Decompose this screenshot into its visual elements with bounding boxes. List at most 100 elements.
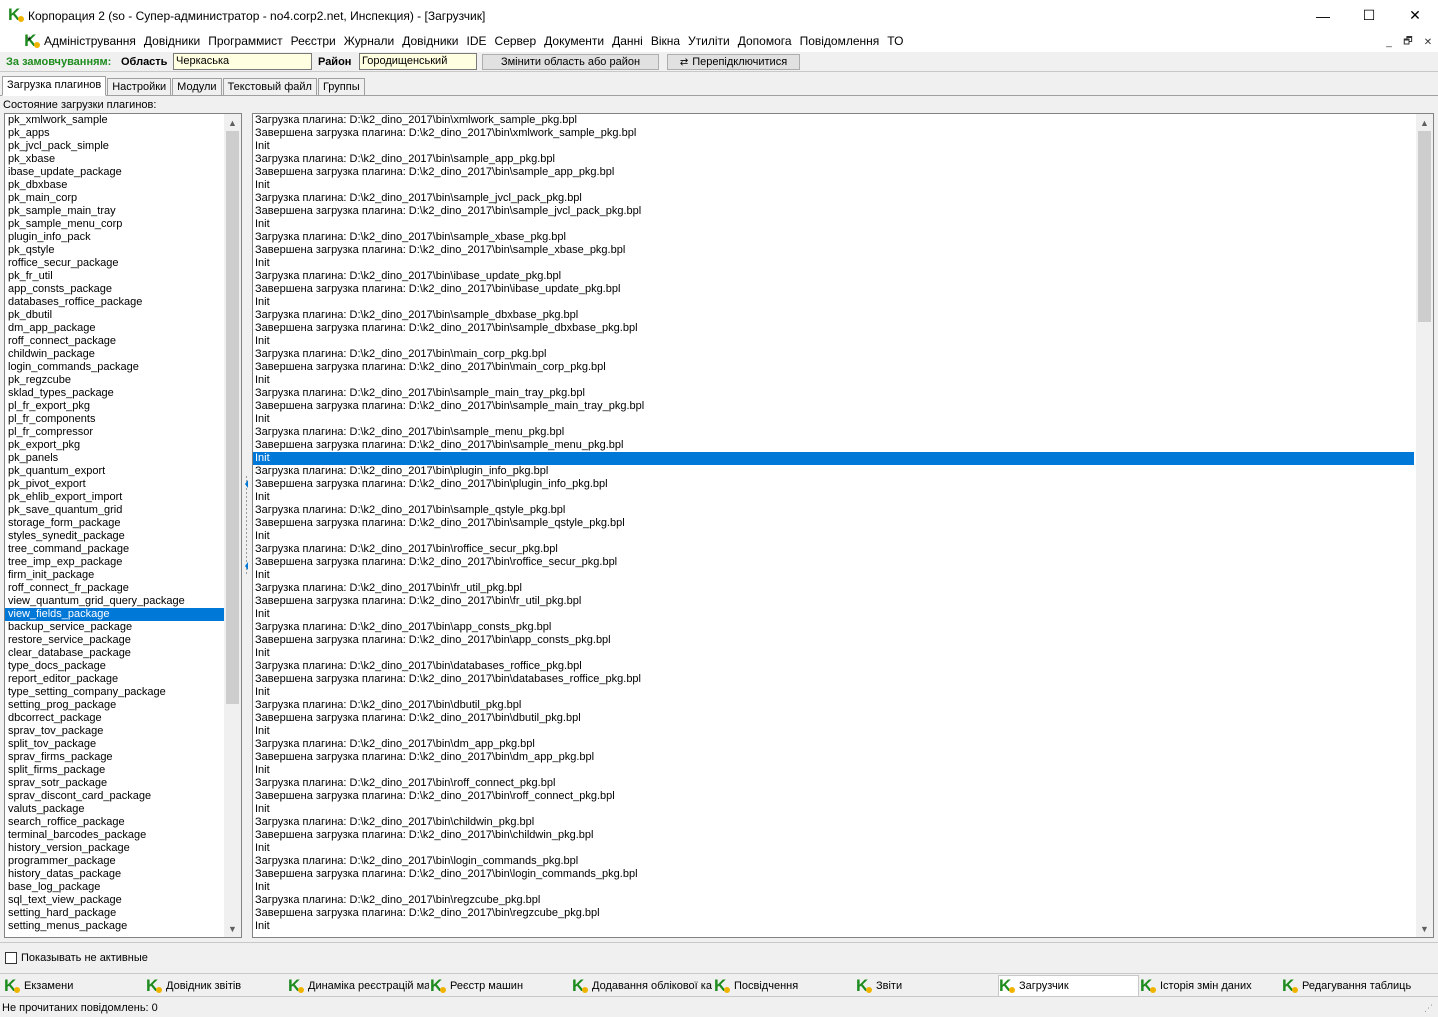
log-line-done[interactable]: Завершена загрузка плагина: D:\k2_dino_2… — [253, 829, 1414, 842]
plugin-list-item[interactable]: pk_quantum_export — [5, 465, 224, 478]
plugin-list-item[interactable]: storage_form_package — [5, 517, 224, 530]
plugin-list-item[interactable]: report_editor_package — [5, 673, 224, 686]
plugin-list-item[interactable]: pk_qstyle — [5, 244, 224, 257]
log-line-done[interactable]: Завершена загрузка плагина: D:\k2_dino_2… — [253, 205, 1414, 218]
log-line-load[interactable]: Загрузка плагина: D:\k2_dino_2017\bin\ma… — [253, 348, 1414, 361]
load-log-scroll-up[interactable]: ▲ — [1416, 114, 1433, 131]
reconnect-button[interactable]: ⇄ Перепідключитися — [667, 54, 800, 70]
plugin-list-item[interactable]: pk_xmlwork_sample — [5, 114, 224, 127]
log-line-load[interactable]: Загрузка плагина: D:\k2_dino_2017\bin\lo… — [253, 855, 1414, 868]
plugin-list-item[interactable]: roff_connect_fr_package — [5, 582, 224, 595]
plugin-list-item[interactable]: roff_connect_package — [5, 335, 224, 348]
show-inactive-checkbox[interactable] — [5, 952, 17, 964]
plugin-list-item[interactable]: pk_sample_menu_corp — [5, 218, 224, 231]
plugin-list-item[interactable]: pk_export_pkg — [5, 439, 224, 452]
log-line-load[interactable]: Загрузка плагина: D:\k2_dino_2017\bin\da… — [253, 660, 1414, 673]
plugin-list-item[interactable]: plugin_info_pack — [5, 231, 224, 244]
plugin-list-item[interactable]: pk_ehlib_export_import — [5, 491, 224, 504]
log-line-init[interactable]: Init — [253, 179, 1414, 192]
log-line-init[interactable]: Init — [253, 725, 1414, 738]
log-line-init[interactable]: Init — [253, 452, 1414, 465]
menu-item-4[interactable]: Журнали — [344, 34, 395, 48]
log-line-init[interactable]: Init — [253, 920, 1414, 933]
log-line-init[interactable]: Init — [253, 257, 1414, 270]
log-line-load[interactable]: Загрузка плагина: D:\k2_dino_2017\bin\sa… — [253, 504, 1414, 517]
log-line-load[interactable]: Загрузка плагина: D:\k2_dino_2017\bin\ro… — [253, 777, 1414, 790]
plugin-list-item[interactable]: roffice_secur_package — [5, 257, 224, 270]
mdi-minimize-button[interactable]: _ — [1381, 35, 1397, 49]
plugin-list-item[interactable]: split_tov_package — [5, 738, 224, 751]
plugin-list-item[interactable]: firm_init_package — [5, 569, 224, 582]
task-button-6[interactable]: Звіти — [856, 975, 997, 996]
log-line-done[interactable]: Завершена загрузка плагина: D:\k2_dino_2… — [253, 439, 1414, 452]
log-line-load[interactable]: Загрузка плагина: D:\k2_dino_2017\bin\pl… — [253, 465, 1414, 478]
splitter-handle[interactable] — [244, 476, 249, 576]
region-input[interactable]: Черкаська — [173, 53, 312, 70]
plugin-list-item[interactable]: ibase_update_package — [5, 166, 224, 179]
log-line-done[interactable]: Завершена загрузка плагина: D:\k2_dino_2… — [253, 517, 1414, 530]
plugin-list-scroll-down[interactable]: ▼ — [224, 920, 241, 937]
log-line-init[interactable]: Init — [253, 218, 1414, 231]
plugin-list-item[interactable]: sprav_discont_card_package — [5, 790, 224, 803]
plugin-list-item[interactable]: backup_service_package — [5, 621, 224, 634]
log-line-load[interactable]: Загрузка плагина: D:\k2_dino_2017\bin\re… — [253, 894, 1414, 907]
log-line-init[interactable]: Init — [253, 686, 1414, 699]
plugin-list-item[interactable]: terminal_barcodes_package — [5, 829, 224, 842]
plugin-list-item[interactable]: pk_apps — [5, 127, 224, 140]
plugin-list-item[interactable]: pk_pivot_export — [5, 478, 224, 491]
maximize-button[interactable]: ☐ — [1346, 0, 1392, 31]
plugin-list-item[interactable]: history_datas_package — [5, 868, 224, 881]
load-log[interactable]: Загрузка плагина: D:\k2_dino_2017\bin\xm… — [252, 113, 1434, 938]
log-line-load[interactable]: Загрузка плагина: D:\k2_dino_2017\bin\fr… — [253, 582, 1414, 595]
plugin-list-item[interactable]: sql_text_view_package — [5, 894, 224, 907]
plugin-list-item[interactable]: type_docs_package — [5, 660, 224, 673]
tab-4[interactable]: Группы — [317, 78, 365, 96]
plugin-list-item[interactable]: pk_fr_util — [5, 270, 224, 283]
log-line-done[interactable]: Завершена загрузка плагина: D:\k2_dino_2… — [253, 790, 1414, 803]
plugin-list-item[interactable]: childwin_package — [5, 348, 224, 361]
log-line-init[interactable]: Init — [253, 842, 1414, 855]
task-button-1[interactable]: Довідник звітів — [146, 975, 287, 996]
plugin-list-item[interactable]: search_roffice_package — [5, 816, 224, 829]
log-line-init[interactable]: Init — [253, 374, 1414, 387]
task-button-9[interactable]: Редагування таблиць — [1282, 975, 1423, 996]
task-button-2[interactable]: Динаміка реєстрацій маш — [288, 975, 429, 996]
log-line-init[interactable]: Init — [253, 608, 1414, 621]
mdi-close-button[interactable]: ✕ — [1420, 35, 1436, 49]
log-line-done[interactable]: Завершена загрузка плагина: D:\k2_dino_2… — [253, 127, 1414, 140]
tab-1[interactable]: Настройки — [107, 78, 172, 96]
menu-item-14[interactable]: ТО — [887, 34, 903, 48]
log-line-init[interactable]: Init — [253, 569, 1414, 582]
plugin-list-item[interactable]: pl_fr_components — [5, 413, 224, 426]
log-line-load[interactable]: Загрузка плагина: D:\k2_dino_2017\bin\sa… — [253, 192, 1414, 205]
plugin-list-item[interactable]: sprav_sotr_package — [5, 777, 224, 790]
log-line-done[interactable]: Завершена загрузка плагина: D:\k2_dino_2… — [253, 556, 1414, 569]
log-line-init[interactable]: Init — [253, 140, 1414, 153]
plugin-list-item[interactable]: pk_dbxbase — [5, 179, 224, 192]
minimize-button[interactable]: — — [1300, 0, 1346, 31]
log-line-load[interactable]: Загрузка плагина: D:\k2_dino_2017\bin\ib… — [253, 270, 1414, 283]
log-line-load[interactable]: Загрузка плагина: D:\k2_dino_2017\bin\sa… — [253, 153, 1414, 166]
plugin-list-item[interactable]: view_fields_package — [5, 608, 224, 621]
task-button-4[interactable]: Додавання облікової ка — [572, 975, 713, 996]
menu-item-8[interactable]: Документи — [544, 34, 604, 48]
plugin-list-item[interactable]: pk_panels — [5, 452, 224, 465]
log-line-load[interactable]: Загрузка плагина: D:\k2_dino_2017\bin\dm… — [253, 738, 1414, 751]
menu-item-0[interactable]: Адміністрування — [44, 34, 136, 48]
district-input[interactable]: Городищенський — [359, 53, 477, 70]
plugin-list-item[interactable]: app_consts_package — [5, 283, 224, 296]
plugin-list-item[interactable]: programmer_package — [5, 855, 224, 868]
log-line-load[interactable]: Загрузка плагина: D:\k2_dino_2017\bin\db… — [253, 699, 1414, 712]
log-line-load[interactable]: Загрузка плагина: D:\k2_dino_2017\bin\sa… — [253, 309, 1414, 322]
resize-grip-icon[interactable]: ⋰ — [1424, 1003, 1436, 1015]
plugin-list-item[interactable]: history_version_package — [5, 842, 224, 855]
log-line-init[interactable]: Init — [253, 647, 1414, 660]
plugin-list-item[interactable]: login_commands_package — [5, 361, 224, 374]
plugin-list-item[interactable]: split_firms_package — [5, 764, 224, 777]
menu-item-6[interactable]: IDE — [467, 34, 487, 48]
plugin-list-item[interactable]: pk_xbase — [5, 153, 224, 166]
load-log-scroll-thumb[interactable] — [1418, 131, 1431, 322]
plugin-list-item[interactable]: pk_save_quantum_grid — [5, 504, 224, 517]
log-line-done[interactable]: Завершена загрузка плагина: D:\k2_dino_2… — [253, 400, 1414, 413]
tab-3[interactable]: Текстовый файл — [222, 78, 317, 96]
